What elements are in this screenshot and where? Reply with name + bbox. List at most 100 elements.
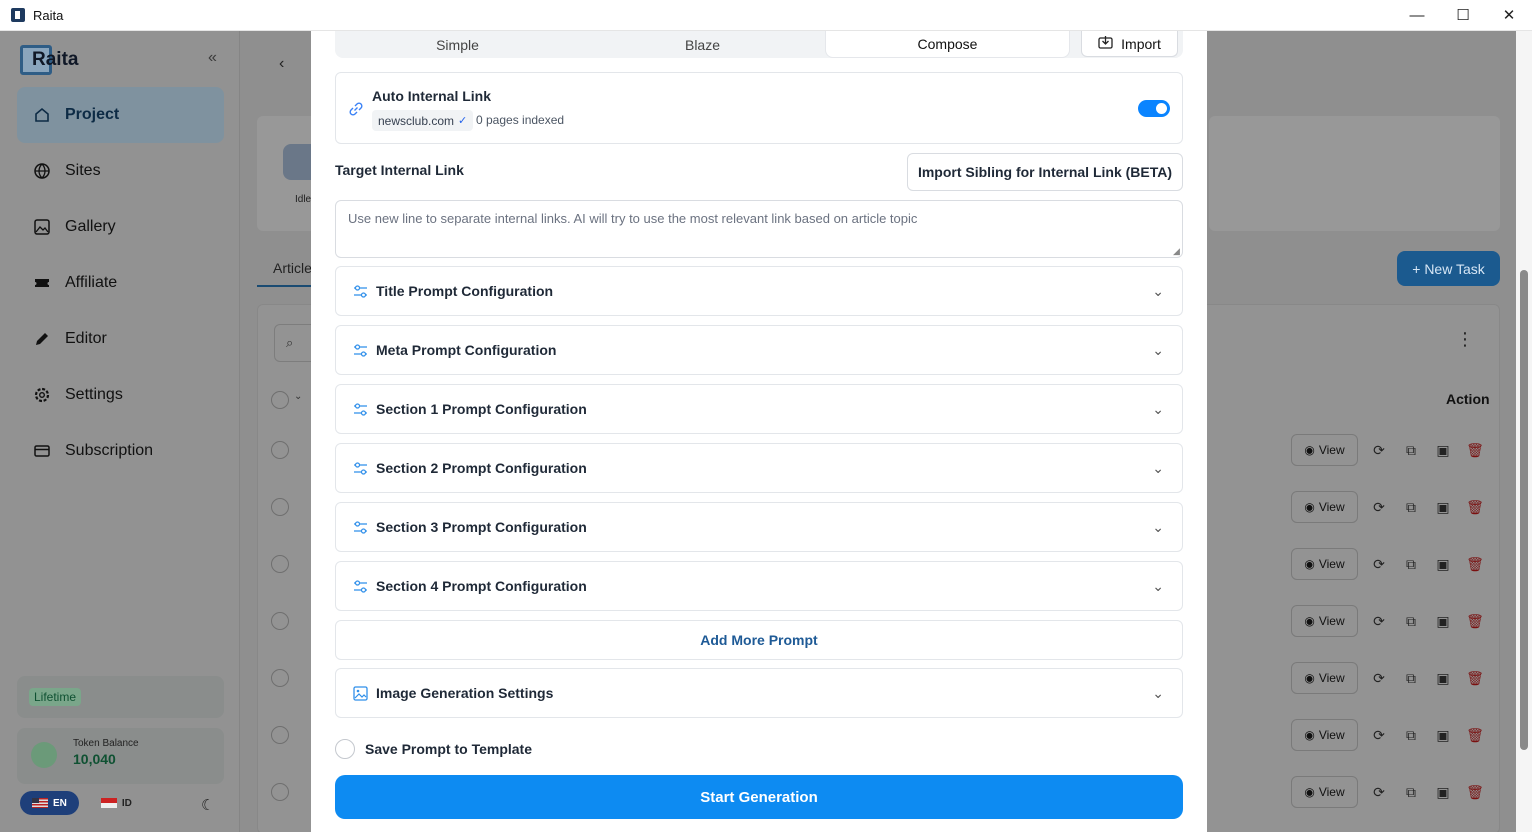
- add-more-prompt-button[interactable]: Add More Prompt: [335, 620, 1183, 660]
- table-row-actions: ◉ View ⟳ ⧉ ▣ 🗑: [1291, 491, 1486, 523]
- sidebar-item-settings[interactable]: Settings: [17, 367, 224, 423]
- refresh-icon[interactable]: ⟳: [1368, 556, 1390, 573]
- save-template-option[interactable]: Save Prompt to Template: [335, 739, 532, 759]
- more-options-icon[interactable]: ⋮: [1456, 329, 1474, 350]
- view-button[interactable]: ◉ View: [1291, 719, 1358, 751]
- refresh-icon[interactable]: ⟳: [1368, 613, 1390, 630]
- prompt-config-accordion[interactable]: Section 4 Prompt Configuration ⌄: [335, 561, 1183, 611]
- row-checkbox[interactable]: [271, 726, 289, 744]
- plan-badge: Lifetime: [29, 688, 82, 706]
- refresh-icon[interactable]: ⟳: [1368, 784, 1390, 801]
- tab-simple[interactable]: Simple: [335, 31, 580, 58]
- duplicate-icon[interactable]: ⧉: [1400, 670, 1422, 687]
- import-button[interactable]: Import: [1081, 31, 1178, 57]
- minimize-button[interactable]: —: [1394, 0, 1440, 31]
- prompt-config-accordion[interactable]: Section 1 Prompt Configuration ⌄: [335, 384, 1183, 434]
- lang-id-button[interactable]: ID: [89, 791, 144, 815]
- image-generation-settings[interactable]: Image Generation Settings ⌄: [335, 668, 1183, 718]
- image-icon[interactable]: ▣: [1432, 670, 1454, 687]
- delete-icon[interactable]: 🗑: [1464, 556, 1486, 573]
- dark-mode-icon[interactable]: ☾: [201, 796, 214, 814]
- row-checkbox[interactable]: [271, 612, 289, 630]
- image-icon[interactable]: ▣: [1432, 556, 1454, 573]
- duplicate-icon[interactable]: ⧉: [1400, 784, 1422, 801]
- accordion-title: Title Prompt Configuration: [376, 283, 554, 299]
- refresh-icon[interactable]: ⟳: [1368, 727, 1390, 744]
- collapse-sidebar-icon[interactable]: «: [208, 49, 217, 67]
- view-label: View: [1318, 557, 1345, 571]
- import-sibling-button[interactable]: Import Sibling for Internal Link (BETA): [907, 153, 1183, 191]
- delete-icon[interactable]: 🗑: [1464, 727, 1486, 744]
- duplicate-icon[interactable]: ⧉: [1400, 442, 1422, 459]
- domain-label: newsclub.com: [378, 113, 455, 128]
- prompt-config-accordion[interactable]: Section 3 Prompt Configuration ⌄: [335, 502, 1183, 552]
- target-internal-link-label: Target Internal Link: [335, 162, 464, 178]
- auto-link-toggle[interactable]: [1138, 100, 1170, 117]
- save-template-checkbox[interactable]: [335, 739, 355, 759]
- resize-grip-icon[interactable]: ◢: [1173, 246, 1180, 257]
- image-icon[interactable]: ▣: [1432, 499, 1454, 516]
- delete-icon[interactable]: 🗑: [1464, 784, 1486, 801]
- tab-compose[interactable]: Compose: [825, 31, 1070, 58]
- chevron-down-icon[interactable]: ⌄: [294, 391, 302, 402]
- logo-text: Raita: [32, 49, 79, 70]
- image-icon[interactable]: ▣: [1432, 442, 1454, 459]
- row-checkbox[interactable]: [271, 669, 289, 687]
- view-button[interactable]: ◉ View: [1291, 491, 1358, 523]
- select-all-checkbox[interactable]: [271, 391, 289, 409]
- tab-articles[interactable]: Article: [273, 260, 312, 276]
- view-button[interactable]: ◉ View: [1291, 776, 1358, 808]
- view-button[interactable]: ◉ View: [1291, 662, 1358, 694]
- sidebar-item-gallery[interactable]: Gallery: [17, 199, 224, 255]
- sidebar-item-editor[interactable]: Editor: [17, 311, 224, 367]
- link-icon: [348, 101, 364, 121]
- tab-blaze[interactable]: Blaze: [580, 31, 825, 58]
- delete-icon[interactable]: 🗑: [1464, 670, 1486, 687]
- duplicate-icon[interactable]: ⧉: [1400, 727, 1422, 744]
- back-icon[interactable]: ‹: [279, 55, 284, 73]
- delete-icon[interactable]: 🗑: [1464, 442, 1486, 459]
- row-checkbox[interactable]: [271, 441, 289, 459]
- sidebar-item-sites[interactable]: Sites: [17, 143, 224, 199]
- delete-icon[interactable]: 🗑: [1464, 613, 1486, 630]
- refresh-icon[interactable]: ⟳: [1368, 442, 1390, 459]
- internal-links-textarea[interactable]: Use new line to separate internal links.…: [335, 200, 1183, 258]
- image-icon[interactable]: ▣: [1432, 784, 1454, 801]
- row-checkbox[interactable]: [271, 555, 289, 573]
- accordion-title: Section 4 Prompt Configuration: [376, 578, 587, 594]
- sidebar-item-project[interactable]: Project: [17, 87, 224, 143]
- view-button[interactable]: ◉ View: [1291, 548, 1358, 580]
- duplicate-icon[interactable]: ⧉: [1400, 613, 1422, 630]
- sliders-icon: [353, 579, 368, 594]
- globe-icon: [33, 162, 51, 180]
- prompt-config-accordion[interactable]: Title Prompt Configuration ⌄: [335, 266, 1183, 316]
- refresh-icon[interactable]: ⟳: [1368, 670, 1390, 687]
- lang-en-button[interactable]: EN: [20, 791, 79, 815]
- sidebar-item-label: Settings: [65, 386, 123, 403]
- refresh-icon[interactable]: ⟳: [1368, 499, 1390, 516]
- delete-icon[interactable]: 🗑: [1464, 499, 1486, 516]
- view-button[interactable]: ◉ View: [1291, 605, 1358, 637]
- start-generation-button[interactable]: Start Generation: [335, 775, 1183, 819]
- row-checkbox[interactable]: [271, 498, 289, 516]
- prompt-config-accordion[interactable]: Section 2 Prompt Configuration ⌄: [335, 443, 1183, 493]
- domain-chip: newsclub.com ✓: [372, 110, 474, 131]
- chevron-down-icon: ⌄: [1152, 578, 1164, 594]
- view-button[interactable]: ◉ View: [1291, 434, 1358, 466]
- search-icon: ⌕: [286, 335, 294, 350]
- prompt-config-accordion[interactable]: Meta Prompt Configuration ⌄: [335, 325, 1183, 375]
- duplicate-icon[interactable]: ⧉: [1400, 556, 1422, 573]
- row-checkbox[interactable]: [271, 783, 289, 801]
- mode-tabs: Simple Blaze Compose: [335, 31, 1183, 58]
- accordion-title: Image Generation Settings: [376, 685, 554, 701]
- new-task-button[interactable]: + New Task: [1397, 251, 1500, 286]
- sidebar-item-affiliate[interactable]: Affiliate: [17, 255, 224, 311]
- duplicate-icon[interactable]: ⧉: [1400, 499, 1422, 516]
- sidebar-item-subscription[interactable]: Subscription: [17, 423, 224, 479]
- image-icon[interactable]: ▣: [1432, 613, 1454, 630]
- maximize-button[interactable]: ☐: [1440, 0, 1486, 31]
- token-label: Token Balance: [73, 738, 139, 749]
- close-button[interactable]: ✕: [1486, 0, 1532, 31]
- scrollbar-thumb[interactable]: [1520, 270, 1528, 750]
- image-icon[interactable]: ▣: [1432, 727, 1454, 744]
